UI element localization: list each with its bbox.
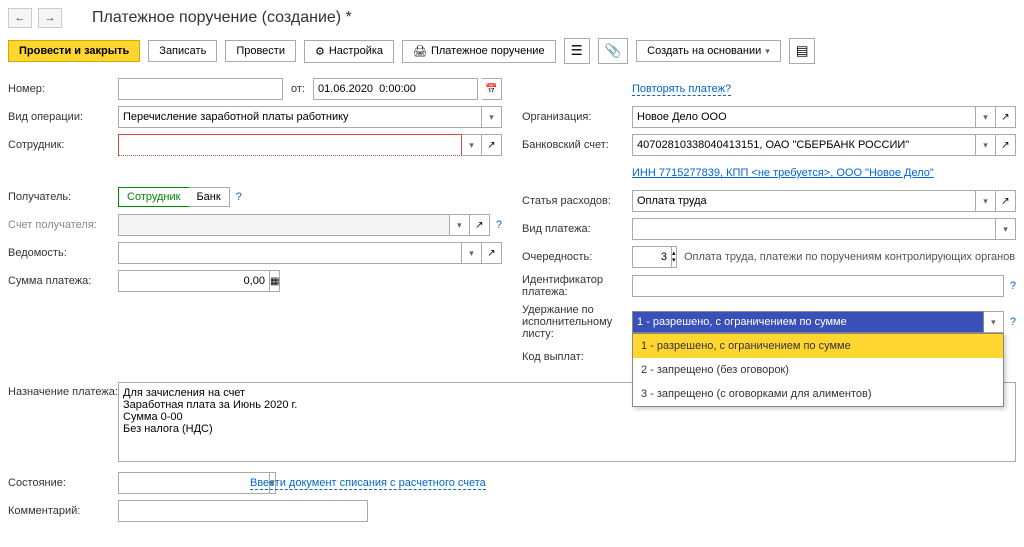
- uderzh-dropdown-list: 1 - разрешено, с ограничением по сумме 2…: [632, 333, 1004, 407]
- uderzh-option-2[interactable]: 2 - запрещено (без оговорок): [633, 358, 1003, 382]
- sostoyanie-label: Состояние:: [8, 477, 118, 489]
- bank-schet-label: Банковский счет:: [522, 139, 632, 151]
- kommentariy-label: Комментарий:: [8, 505, 118, 517]
- vid-platezha-input[interactable]: [632, 218, 996, 240]
- vedomost-dropdown[interactable]: [462, 242, 482, 264]
- platezh-poruchenie-label: Платежное поручение: [431, 45, 545, 57]
- schet-dropdown[interactable]: [450, 214, 470, 236]
- calendar-icon: 📅: [485, 84, 497, 95]
- uderzh-option-3[interactable]: 3 - запрещено (с оговорками для алименто…: [633, 382, 1003, 406]
- help-icon[interactable]: ?: [236, 191, 242, 203]
- toggle-sotrudnik[interactable]: Сотрудник: [118, 187, 189, 207]
- calculator-icon: ▦: [270, 276, 279, 287]
- bank-schet-dropdown[interactable]: [976, 134, 996, 156]
- summa-calc[interactable]: ▦: [270, 270, 280, 292]
- uderzh-selected[interactable]: 1 - разрешено, с ограничением по сумме: [632, 311, 984, 333]
- attachment-button[interactable]: 📎: [598, 38, 629, 64]
- gear-icon: ⚙: [315, 45, 325, 58]
- sozdat-na-osnovanii-button[interactable]: Создать на основании: [636, 40, 781, 62]
- organizacia-open[interactable]: ↗: [996, 106, 1016, 128]
- povtoryat-link[interactable]: Повторять платеж?: [632, 83, 731, 96]
- sotrudnik-open[interactable]: ↗: [482, 134, 502, 156]
- ot-label: от:: [291, 83, 305, 95]
- ident-input[interactable]: [632, 275, 1004, 297]
- help-icon[interactable]: ?: [1010, 316, 1016, 328]
- poluchatel-label: Получатель:: [8, 191, 118, 203]
- toggle-bank[interactable]: Банк: [188, 188, 228, 206]
- sozdat-label: Создать на основании: [647, 45, 761, 57]
- nastroyka-label: Настройка: [329, 45, 383, 57]
- help-icon[interactable]: ?: [496, 219, 502, 231]
- ocherednost-input[interactable]: [632, 246, 672, 268]
- organizacia-dropdown[interactable]: [976, 106, 996, 128]
- tree-icon: ☰: [571, 43, 583, 59]
- list-icon: ▤: [796, 43, 809, 59]
- sotrudnik-input[interactable]: [118, 134, 462, 156]
- page-title: Платежное поручение (создание) *: [92, 9, 352, 27]
- uderzh-label: Удержание по исполнительному листу:: [522, 304, 632, 340]
- vid-platezha-dropdown[interactable]: [996, 218, 1016, 240]
- provesti-button[interactable]: Провести: [225, 40, 296, 62]
- nastroyka-button[interactable]: ⚙ Настройка: [304, 40, 394, 63]
- sotrudnik-label: Сотрудник:: [8, 139, 118, 151]
- ocherednost-desc: Оплата труда, платежи по поручениям конт…: [684, 251, 1015, 263]
- vid-operacii-input[interactable]: [118, 106, 482, 128]
- arrow-left-icon: ←: [15, 12, 26, 24]
- ocherednost-label: Очередность:: [522, 251, 632, 263]
- schet-input: [118, 214, 450, 236]
- help-icon[interactable]: ?: [1010, 280, 1016, 292]
- forward-button[interactable]: →: [38, 8, 62, 28]
- vid-operacii-label: Вид операции:: [8, 111, 118, 123]
- vid-platezha-label: Вид платежа:: [522, 223, 632, 235]
- uderzh-dropdown-button[interactable]: [984, 311, 1004, 333]
- naznachenie-label: Назначение платежа:: [8, 382, 118, 398]
- chevron-down-icon: [765, 45, 770, 57]
- organizacia-input[interactable]: [632, 106, 976, 128]
- vedomost-open[interactable]: ↗: [482, 242, 502, 264]
- kommentariy-input[interactable]: [118, 500, 368, 522]
- organizacia-label: Организация:: [522, 111, 632, 123]
- vedomost-label: Ведомость:: [8, 247, 118, 259]
- nomer-input[interactable]: [118, 78, 283, 100]
- nomer-label: Номер:: [8, 83, 118, 95]
- tree-button[interactable]: ☰: [564, 38, 590, 64]
- vedomost-input[interactable]: [118, 242, 462, 264]
- back-button[interactable]: ←: [8, 8, 32, 28]
- vid-operacii-dropdown[interactable]: [482, 106, 502, 128]
- statya-dropdown[interactable]: [976, 190, 996, 212]
- schet-open[interactable]: ↗: [470, 214, 490, 236]
- provesti-i-zakryt-button[interactable]: Провести и закрыть: [8, 40, 140, 62]
- statya-label: Статья расходов:: [522, 195, 632, 207]
- platezh-poruchenie-button[interactable]: 🖨 Платежное поручение: [402, 40, 556, 63]
- date-input[interactable]: [313, 78, 478, 100]
- vvesti-link[interactable]: Ввести документ списания с расчетного сч…: [250, 477, 486, 490]
- kod-vyplat-label: Код выплат:: [522, 351, 632, 363]
- statya-open[interactable]: ↗: [996, 190, 1016, 212]
- ident-label: Идентификатор платежа:: [522, 274, 632, 298]
- bank-schet-open[interactable]: ↗: [996, 134, 1016, 156]
- paperclip-icon: 📎: [605, 43, 622, 59]
- bank-schet-input[interactable]: [632, 134, 976, 156]
- sostoyanie-input[interactable]: [118, 472, 270, 494]
- arrow-right-icon: →: [45, 12, 56, 24]
- statya-input[interactable]: [632, 190, 976, 212]
- zapisat-button[interactable]: Записать: [148, 40, 217, 62]
- stepper-icon: ▴▾: [672, 250, 676, 264]
- list-button[interactable]: ▤: [789, 38, 816, 64]
- schet-label: Счет получателя:: [8, 219, 118, 231]
- sotrudnik-dropdown[interactable]: [462, 134, 482, 156]
- summa-label: Сумма платежа:: [8, 275, 118, 287]
- calendar-button[interactable]: 📅: [482, 78, 502, 100]
- uderzh-option-1[interactable]: 1 - разрешено, с ограничением по сумме: [633, 334, 1003, 358]
- ocherednost-stepper[interactable]: ▴▾: [672, 246, 677, 268]
- printer-icon: 🖨: [413, 45, 427, 58]
- summa-input[interactable]: [118, 270, 270, 292]
- inn-link[interactable]: ИНН 7715277839, КПП <не требуется>, ООО …: [632, 167, 934, 179]
